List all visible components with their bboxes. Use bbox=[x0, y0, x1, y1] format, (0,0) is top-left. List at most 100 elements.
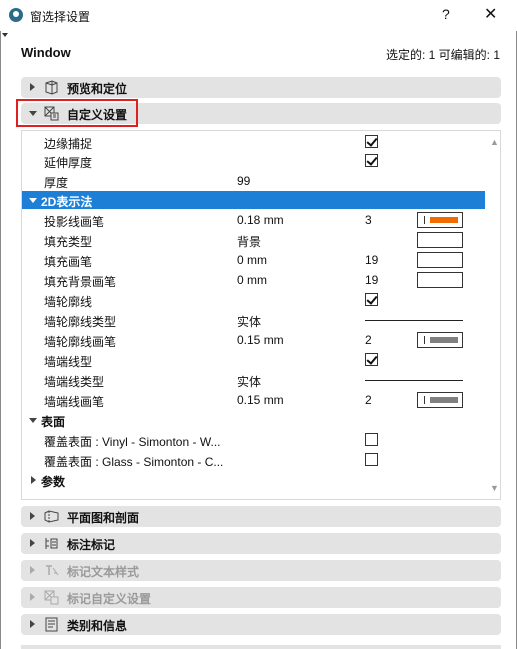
collapse-arrow-icon bbox=[29, 418, 37, 423]
panel-label: 预览和定位 bbox=[67, 82, 128, 96]
pen-tick bbox=[424, 216, 425, 224]
panel-label: 标注标记 bbox=[67, 538, 116, 552]
solid-line-preview bbox=[365, 380, 463, 381]
row-label: 填充类型 bbox=[44, 235, 93, 249]
row-wall-end-pen[interactable]: 墙端线画笔 0.15 mm 2 bbox=[22, 390, 485, 410]
vertical-scrollbar[interactable]: ▲ ▼ bbox=[486, 131, 500, 499]
category-info-icon bbox=[45, 617, 58, 632]
selection-status: 选定的: 1 可编辑的: 1 bbox=[385, 48, 500, 62]
row-label: 墙轮廓线类型 bbox=[44, 315, 117, 329]
edge-snap-checkbox[interactable] bbox=[365, 135, 378, 148]
expand-arrow-icon bbox=[30, 83, 35, 91]
wall-contour-pen-number[interactable]: 2 bbox=[365, 333, 372, 347]
collapse-arrow-icon bbox=[29, 198, 37, 203]
element-type-title: Window bbox=[21, 45, 71, 60]
solid-line-preview bbox=[365, 320, 463, 321]
wall-contour-pen-swatch[interactable] bbox=[417, 332, 463, 348]
wall-contour-type-value[interactable]: 实体 bbox=[237, 313, 261, 330]
projection-pen-swatch[interactable] bbox=[417, 212, 463, 228]
title-bar: 窗选择设置 ? ✕ bbox=[0, 0, 517, 31]
pen-color-bar bbox=[430, 217, 458, 223]
section-label: 参数 bbox=[41, 475, 66, 489]
projection-pen-number[interactable]: 3 bbox=[365, 213, 372, 227]
panel-marker-custom-settings[interactable]: 标记自定义设置 bbox=[21, 587, 501, 608]
thickness-value[interactable]: 99 bbox=[237, 174, 250, 188]
corner-arrow-icon bbox=[2, 33, 8, 37]
expand-arrow-icon bbox=[30, 539, 35, 547]
pen-color-bar bbox=[430, 337, 458, 343]
wall-end-pen-width: 0.15 mm bbox=[237, 393, 284, 407]
wall-contour-checkbox[interactable] bbox=[365, 293, 378, 306]
pen-tick bbox=[424, 396, 425, 404]
wall-end-pen-number[interactable]: 2 bbox=[365, 393, 372, 407]
fill-pen-number[interactable]: 19 bbox=[365, 253, 378, 267]
row-label: 墙端线画笔 bbox=[44, 395, 105, 409]
panel-floor-plan-section[interactable]: 平面图和剖面 bbox=[21, 506, 501, 527]
panel-label: 平面图和剖面 bbox=[67, 511, 140, 525]
row-label: 厚度 bbox=[44, 176, 69, 190]
marker-text-style-icon bbox=[46, 565, 59, 576]
wall-end-linetype-value[interactable]: 实体 bbox=[237, 373, 261, 390]
row-wall-contour-pen[interactable]: 墙轮廓线画笔 0.15 mm 2 bbox=[22, 330, 485, 350]
row-projection-pen[interactable]: 投影线画笔 0.18 mm 3 bbox=[22, 210, 485, 230]
scroll-down-icon[interactable]: ▼ bbox=[490, 483, 499, 493]
row-label: 边缘捕捉 bbox=[44, 137, 93, 151]
wall-end-pen-swatch[interactable] bbox=[417, 392, 463, 408]
panel-label: 标记文本样式 bbox=[67, 565, 140, 579]
fill-background-pen-number[interactable]: 19 bbox=[365, 273, 378, 287]
custom-settings-list: 边缘捕捉 延伸厚度 厚度 99 2D表示法 投影线画笔 0.18 mm 3 填充… bbox=[21, 130, 501, 500]
row-edge-snap[interactable]: 边缘捕捉 bbox=[22, 132, 485, 152]
row-label: 覆盖表面 : Vinyl - Simonton - W... bbox=[44, 435, 221, 449]
marker-custom-settings-icon bbox=[44, 590, 59, 605]
section-label: 2D表示法 bbox=[41, 195, 93, 209]
panel-category-info[interactable]: 类别和信息 bbox=[21, 614, 501, 635]
close-button[interactable]: ✕ bbox=[484, 4, 497, 24]
extend-thickness-checkbox[interactable] bbox=[365, 154, 378, 167]
fill-background-pen-swatch[interactable] bbox=[417, 272, 463, 288]
row-label: 延伸厚度 bbox=[44, 156, 93, 170]
row-extend-thickness[interactable]: 延伸厚度 bbox=[22, 151, 485, 171]
section-2d-representation[interactable]: 2D表示法 bbox=[22, 191, 485, 209]
preview-icon bbox=[45, 80, 58, 95]
row-wall-contour-type[interactable]: 墙轮廓线类型 实体 bbox=[22, 310, 485, 330]
projection-pen-width: 0.18 mm bbox=[237, 213, 284, 227]
wall-end-type-checkbox[interactable] bbox=[365, 353, 378, 366]
fill-type-swatch[interactable] bbox=[417, 232, 463, 248]
help-button[interactable]: ? bbox=[442, 6, 450, 22]
row-surface-glass[interactable]: 覆盖表面 : Glass - Simonton - C... bbox=[22, 450, 485, 470]
expand-arrow-icon bbox=[30, 593, 35, 601]
pen-tick bbox=[424, 336, 425, 344]
row-fill-background-pen[interactable]: 填充背景画笔 0 mm 19 bbox=[22, 270, 485, 290]
row-label: 覆盖表面 : Glass - Simonton - C... bbox=[44, 455, 224, 469]
panel-dimension-marker[interactable]: 标注标记 bbox=[21, 533, 501, 554]
expand-arrow-icon bbox=[30, 512, 35, 520]
panel-marker-text-style[interactable]: 标记文本样式 bbox=[21, 560, 501, 581]
row-surface-vinyl[interactable]: 覆盖表面 : Vinyl - Simonton - W... bbox=[22, 430, 485, 450]
row-thickness[interactable]: 厚度 99 bbox=[22, 171, 485, 191]
fill-pen-swatch[interactable] bbox=[417, 252, 463, 268]
surface-glass-checkbox[interactable] bbox=[365, 453, 378, 466]
scroll-up-icon[interactable]: ▲ bbox=[490, 137, 499, 147]
row-label: 墙端线型 bbox=[44, 355, 93, 369]
panel-preview-positioning[interactable]: 预览和定位 bbox=[21, 77, 501, 98]
section-surface[interactable]: 表面 bbox=[22, 411, 485, 429]
fill-background-pen-width: 0 mm bbox=[237, 273, 267, 287]
row-wall-end-linetype[interactable]: 墙端线类型 实体 bbox=[22, 370, 485, 390]
row-fill-type[interactable]: 填充类型 背景 bbox=[22, 230, 485, 250]
highlight-annotation bbox=[16, 99, 138, 127]
section-label: 表面 bbox=[41, 415, 66, 429]
row-wall-end-type[interactable]: 墙端线型 bbox=[22, 350, 485, 370]
wall-contour-pen-width: 0.15 mm bbox=[237, 333, 284, 347]
expand-arrow-icon bbox=[31, 476, 36, 484]
panel-label: 标记自定义设置 bbox=[67, 592, 152, 606]
section-parameters[interactable]: 参数 bbox=[22, 471, 485, 489]
row-label: 投影线画笔 bbox=[44, 215, 105, 229]
window-title: 窗选择设置 bbox=[30, 10, 91, 24]
next-panel-edge bbox=[21, 645, 501, 649]
expand-arrow-icon bbox=[30, 620, 35, 628]
row-label: 墙轮廓线画笔 bbox=[44, 335, 117, 349]
fill-type-value[interactable]: 背景 bbox=[237, 233, 261, 250]
row-wall-contour[interactable]: 墙轮廓线 bbox=[22, 290, 485, 310]
surface-vinyl-checkbox[interactable] bbox=[365, 433, 378, 446]
row-fill-pen[interactable]: 填充画笔 0 mm 19 bbox=[22, 250, 485, 270]
